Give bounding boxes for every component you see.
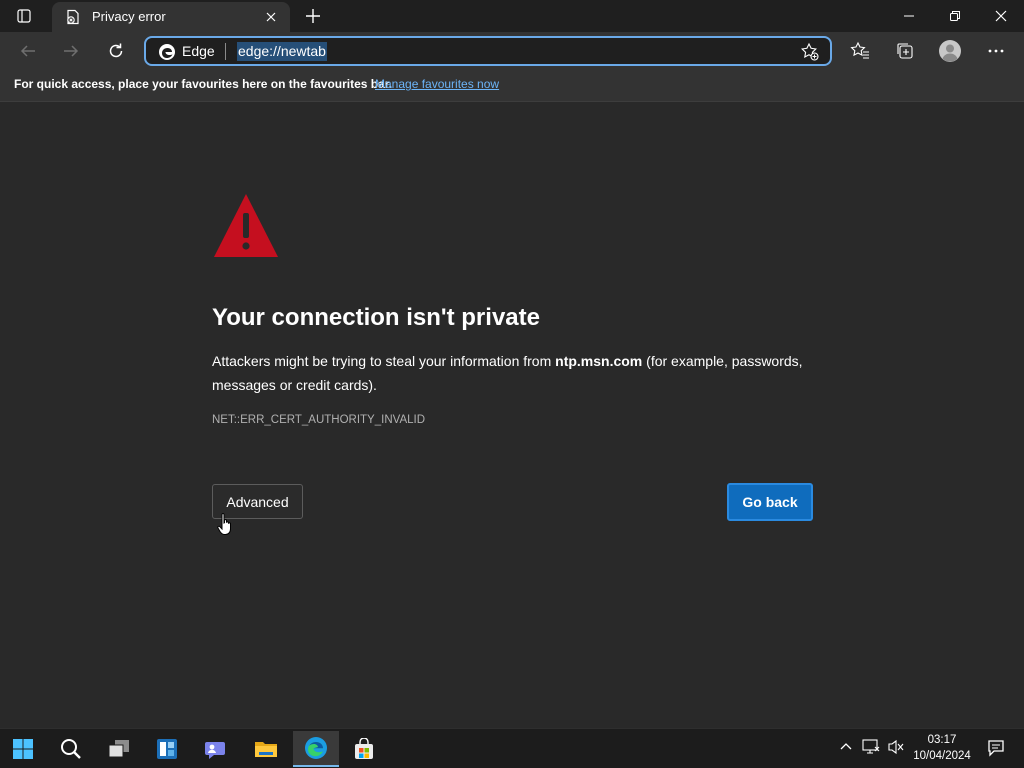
- chat-icon: [205, 742, 225, 759]
- hand-cursor-icon: [217, 513, 231, 535]
- title-bar: Privacy error: [0, 0, 1024, 32]
- site-identity-label: Edge: [182, 43, 215, 59]
- file-explorer-button[interactable]: [243, 731, 289, 767]
- start-button[interactable]: [0, 731, 46, 767]
- page-content: Your connection isn't private Attackers …: [0, 103, 1024, 728]
- description-prefix: Attackers might be trying to steal your …: [212, 353, 556, 369]
- network-icon[interactable]: [862, 739, 880, 755]
- refresh-button[interactable]: [101, 37, 131, 65]
- widgets-icon: [157, 739, 177, 759]
- close-tab-icon[interactable]: [264, 10, 278, 24]
- tab-privacy-error[interactable]: Privacy error: [52, 2, 290, 32]
- edge-logo-icon: [159, 44, 175, 60]
- refresh-icon: [109, 43, 123, 58]
- collections-button[interactable]: [890, 37, 920, 65]
- chevron-up-icon[interactable]: [839, 739, 853, 753]
- search-button[interactable]: [48, 731, 94, 767]
- address-bar[interactable]: Edge edge://newtab: [144, 36, 832, 66]
- start-icon: [13, 739, 33, 759]
- forward-arrow-icon: [64, 45, 79, 57]
- edge-icon: [305, 737, 327, 759]
- notifications-icon[interactable]: [987, 739, 1005, 757]
- collections-icon: [897, 43, 913, 59]
- back-button[interactable]: [13, 37, 43, 65]
- error-description: Attackers might be trying to steal your …: [212, 349, 812, 397]
- task-view-button[interactable]: [96, 731, 142, 767]
- close-icon: [995, 10, 1007, 22]
- more-icon: [988, 49, 1004, 53]
- tab-actions-icon: [17, 9, 31, 23]
- volume-muted-icon[interactable]: [887, 739, 905, 755]
- favourites-bar-message: For quick access, place your favourites …: [14, 77, 393, 91]
- favourites-button[interactable]: [845, 37, 875, 65]
- error-code: NET::ERR_CERT_AUTHORITY_INVALID: [212, 414, 426, 426]
- back-arrow-icon: [20, 45, 35, 57]
- profile-button[interactable]: [935, 37, 965, 65]
- store-button[interactable]: [341, 731, 387, 767]
- url-text[interactable]: edge://newtab: [237, 42, 327, 61]
- tab-actions-button[interactable]: [0, 0, 48, 32]
- store-icon: [355, 738, 373, 759]
- favourites-icon: [850, 41, 869, 59]
- close-window-button[interactable]: [978, 0, 1024, 32]
- add-favorite-icon[interactable]: [800, 42, 820, 62]
- settings-more-button[interactable]: [981, 37, 1011, 65]
- minimize-icon: [904, 15, 914, 17]
- edge-taskbar-button[interactable]: [293, 731, 339, 767]
- taskbar: 03:17 10/04/2024: [0, 728, 1024, 768]
- search-icon: [61, 739, 81, 759]
- chat-button[interactable]: [192, 731, 238, 767]
- restore-button[interactable]: [932, 0, 978, 32]
- restore-icon: [950, 11, 960, 21]
- clock[interactable]: 03:17 10/04/2024: [908, 732, 976, 764]
- file-explorer-icon: [255, 742, 277, 757]
- favourites-bar: For quick access, place your favourites …: [0, 70, 1024, 102]
- minimize-button[interactable]: [886, 0, 932, 32]
- go-back-button[interactable]: Go back: [727, 483, 813, 521]
- navigation-toolbar: Edge edge://newtab: [0, 32, 1024, 70]
- new-tab-icon[interactable]: [303, 6, 323, 26]
- warning-icon: [214, 194, 278, 257]
- widgets-button[interactable]: [144, 731, 190, 767]
- address-separator: [225, 43, 226, 60]
- avatar-icon: [939, 40, 961, 62]
- forward-button[interactable]: [56, 37, 86, 65]
- window-controls: [886, 0, 1024, 32]
- task-view-icon: [108, 740, 129, 758]
- page-title: Your connection isn't private: [212, 304, 540, 331]
- tab-title: Privacy error: [92, 9, 166, 24]
- manage-favourites-link[interactable]: Manage favourites now: [375, 77, 499, 91]
- clock-time: 03:17: [927, 734, 957, 746]
- page-error-icon: [67, 9, 79, 25]
- host-name: ntp.msn.com: [555, 353, 643, 369]
- clock-date: 10/04/2024: [913, 750, 971, 762]
